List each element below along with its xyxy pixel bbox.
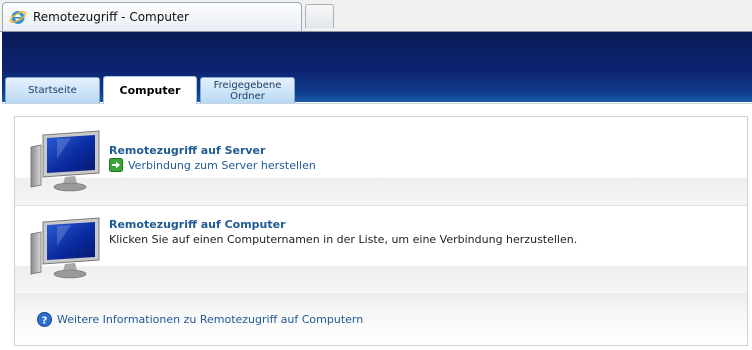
help-row: ? Weitere Informationen zu Remotezugriff… <box>37 312 363 327</box>
computer-section-title[interactable]: Remotezugriff auf Computer <box>109 218 286 231</box>
monitor-icon <box>30 130 100 192</box>
help-icon[interactable]: ? <box>37 312 52 327</box>
computer-section: Remotezugriff auf Computer Klicken Sie a… <box>15 205 747 293</box>
ie-icon <box>9 11 27 24</box>
browser-tab-title: Remotezugriff - Computer <box>33 10 189 24</box>
computer-section-description: Klicken Sie auf einen Computernamen in d… <box>109 233 578 246</box>
tab-freigegebene-ordner-label: Freigegebene Ordner <box>213 79 282 102</box>
server-section-title[interactable]: Remotezugriff auf Server <box>109 144 265 157</box>
connect-server-link[interactable]: Verbindung zum Server herstellen <box>128 159 316 172</box>
new-tab-button[interactable] <box>305 4 334 28</box>
browser-tab[interactable]: Remotezugriff - Computer <box>2 2 302 31</box>
svg-text:?: ? <box>42 315 48 326</box>
tab-freigegebene-ordner[interactable]: Freigegebene Ordner <box>200 77 295 103</box>
help-link[interactable]: Weitere Informationen zu Remotezugriff a… <box>57 313 363 326</box>
tab-startseite[interactable]: Startseite <box>5 77 100 103</box>
green-arrow-icon[interactable] <box>109 158 123 172</box>
browser-tab-strip: Remotezugriff - Computer <box>0 0 752 32</box>
main-panel: Remotezugriff auf Server Verbindung zum … <box>14 116 748 346</box>
tab-computer[interactable]: Computer <box>103 76 197 104</box>
server-section: Remotezugriff auf Server Verbindung zum … <box>15 117 747 205</box>
connect-server-row: Verbindung zum Server herstellen <box>109 158 316 172</box>
help-footer: ? Weitere Informationen zu Remotezugriff… <box>15 293 747 345</box>
monitor-icon <box>30 217 100 279</box>
